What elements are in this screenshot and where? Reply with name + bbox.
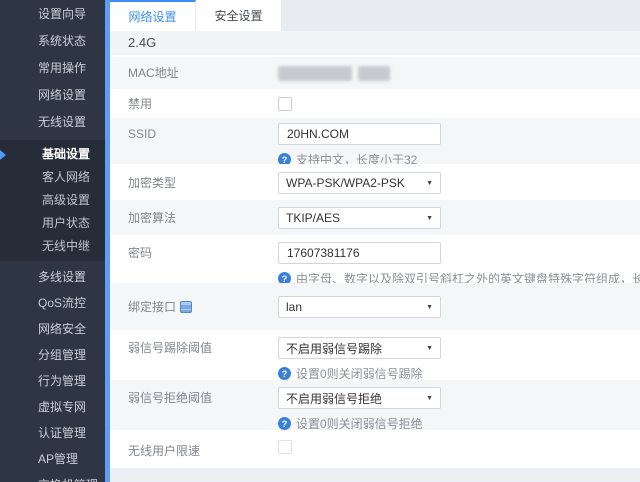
tab-security-settings[interactable]: 安全设置 bbox=[196, 0, 282, 31]
sidebar-item-wireless-settings[interactable]: 无线设置 bbox=[0, 109, 105, 136]
sidebar-item-auth-management[interactable]: 认证管理 bbox=[0, 420, 105, 446]
sidebar-item-network-settings[interactable]: 网络设置 bbox=[0, 82, 105, 109]
mac-address-value-redacted bbox=[278, 66, 640, 81]
sidebar-wireless-submenu: 基础设置 客人网络 高级设置 用户状态 无线中继 bbox=[0, 140, 105, 261]
ssid-input[interactable] bbox=[278, 123, 441, 145]
ssid-label: SSID bbox=[128, 123, 278, 164]
disable-label: 禁用 bbox=[128, 93, 278, 115]
help-icon: ? bbox=[278, 417, 291, 430]
dropdown-caret-icon: ▼ bbox=[426, 395, 433, 402]
wireless-user-limit-checkbox[interactable] bbox=[278, 440, 292, 454]
sidebar-item-switch-management[interactable]: 交换机管理 bbox=[0, 472, 105, 482]
password-help: ? 由字母、数字以及除双引号斜杠之外的英文键盘特殊字符组成，长度是8到63个字符 bbox=[278, 270, 640, 283]
weak-signal-kick-help: ? 设置0则关闭弱信号踢除 bbox=[278, 365, 640, 380]
dropdown-caret-icon: ▼ bbox=[426, 304, 433, 311]
encryption-type-label: 加密类型 bbox=[128, 172, 278, 200]
bind-interface-label-text: 绑定接口 bbox=[128, 300, 176, 314]
bottom-strip bbox=[110, 468, 640, 482]
bind-interface-select[interactable]: lan ▼ bbox=[278, 296, 441, 318]
settings-form: 2.4G MAC地址 禁用 SSID ? 支持中文，长度小于32 bbox=[110, 31, 640, 482]
help-icon: ? bbox=[278, 272, 291, 283]
dropdown-caret-icon: ▼ bbox=[426, 215, 433, 222]
ssid-help: ? 支持中文，长度小于32 bbox=[278, 151, 640, 164]
sidebar-item-system-status[interactable]: 系统状态 bbox=[0, 28, 105, 55]
wireless-user-limit-label: 无线用户限速 bbox=[128, 440, 278, 468]
bind-interface-label: 绑定接口 bbox=[128, 296, 278, 330]
weak-signal-kick-row: 弱信号踢除阈值 不启用弱信号踢除 ▼ ? 设置0则关闭弱信号踢除 bbox=[110, 330, 640, 380]
sidebar-item-qos-control[interactable]: QoS流控 bbox=[0, 290, 105, 316]
weak-signal-reject-help: ? 设置0则关闭弱信号拒绝 bbox=[278, 415, 640, 430]
sidebar-item-group-management[interactable]: 分组管理 bbox=[0, 342, 105, 368]
sidebar-lower-group: 多线设置 QoS流控 网络安全 分组管理 行为管理 虚拟专网 认证管理 AP管理… bbox=[0, 264, 105, 482]
sidebar-item-ap-management[interactable]: AP管理 bbox=[0, 446, 105, 472]
disable-row: 禁用 bbox=[110, 89, 640, 118]
encryption-algorithm-row: 加密算法 TKIP/AES ▼ bbox=[110, 200, 640, 235]
sidebar-subitem-guest-network[interactable]: 客人网络 bbox=[0, 166, 105, 189]
tab-network-settings[interactable]: 网络设置 bbox=[110, 0, 196, 31]
password-label: 密码 bbox=[128, 242, 278, 283]
bind-interface-value: lan bbox=[286, 300, 302, 314]
encryption-type-value: WPA-PSK/WPA2-PSK bbox=[286, 176, 405, 190]
sidebar-item-multiwan-settings[interactable]: 多线设置 bbox=[0, 264, 105, 290]
sidebar-item-network-security[interactable]: 网络安全 bbox=[0, 316, 105, 342]
ssid-help-text: 支持中文，长度小于32 bbox=[296, 151, 417, 164]
main-area: 网络设置 安全设置 2.4G MAC地址 禁用 SSID ? 支持 bbox=[110, 0, 640, 482]
weak-signal-reject-label: 弱信号拒绝阈值 bbox=[128, 387, 278, 430]
encryption-algorithm-value: TKIP/AES bbox=[286, 211, 340, 225]
help-icon: ? bbox=[278, 153, 291, 164]
weak-signal-kick-value: 不启用弱信号踢除 bbox=[286, 340, 382, 357]
sidebar-item-vpn[interactable]: 虚拟专网 bbox=[0, 394, 105, 420]
sidebar-subitem-user-status[interactable]: 用户状态 bbox=[0, 212, 105, 235]
weak-signal-kick-label: 弱信号踢除阈值 bbox=[128, 337, 278, 380]
weak-signal-kick-select[interactable]: 不启用弱信号踢除 ▼ bbox=[278, 337, 441, 359]
mac-address-label: MAC地址 bbox=[128, 62, 278, 84]
sidebar-item-behavior-management[interactable]: 行为管理 bbox=[0, 368, 105, 394]
sidebar-item-setup-wizard[interactable]: 设置向导 bbox=[0, 1, 105, 28]
weak-signal-reject-row: 弱信号拒绝阈值 不启用弱信号拒绝 ▼ ? 设置0则关闭弱信号拒绝 bbox=[110, 380, 640, 430]
disable-checkbox[interactable] bbox=[278, 97, 292, 111]
weak-signal-reject-value: 不启用弱信号拒绝 bbox=[286, 390, 382, 407]
weak-signal-reject-select[interactable]: 不启用弱信号拒绝 ▼ bbox=[278, 387, 441, 409]
bind-interface-icon[interactable] bbox=[180, 301, 192, 313]
encryption-algorithm-label: 加密算法 bbox=[128, 207, 278, 235]
tab-bar: 网络设置 安全设置 bbox=[110, 0, 640, 31]
encryption-algorithm-select[interactable]: TKIP/AES ▼ bbox=[278, 207, 441, 229]
sidebar-item-common-operations[interactable]: 常用操作 bbox=[0, 55, 105, 82]
weak-signal-kick-help-text: 设置0则关闭弱信号踢除 bbox=[296, 365, 423, 380]
sidebar-subitem-basic-settings[interactable]: 基础设置 bbox=[0, 143, 105, 166]
dropdown-caret-icon: ▼ bbox=[426, 180, 433, 187]
password-help-text: 由字母、数字以及除双引号斜杠之外的英文键盘特殊字符组成，长度是8到63个字符 bbox=[296, 270, 640, 283]
sidebar-subitem-advanced-settings[interactable]: 高级设置 bbox=[0, 189, 105, 212]
dropdown-caret-icon: ▼ bbox=[426, 345, 433, 352]
sidebar-subitem-wireless-relay[interactable]: 无线中继 bbox=[0, 235, 105, 258]
password-row: 密码 ? 由字母、数字以及除双引号斜杠之外的英文键盘特殊字符组成，长度是8到63… bbox=[110, 235, 640, 283]
encryption-type-select[interactable]: WPA-PSK/WPA2-PSK ▼ bbox=[278, 172, 441, 194]
encryption-type-row: 加密类型 WPA-PSK/WPA2-PSK ▼ bbox=[110, 164, 640, 200]
ssid-row: SSID ? 支持中文，长度小于32 bbox=[110, 118, 640, 164]
bind-interface-row: 绑定接口 lan ▼ bbox=[110, 283, 640, 330]
help-icon: ? bbox=[278, 367, 291, 380]
section-title-2-4g: 2.4G bbox=[110, 31, 640, 55]
weak-signal-reject-help-text: 设置0则关闭弱信号拒绝 bbox=[296, 415, 423, 430]
wireless-user-limit-row: 无线用户限速 bbox=[110, 430, 640, 468]
password-input[interactable] bbox=[278, 242, 441, 264]
sidebar: 设置向导 系统状态 常用操作 网络设置 无线设置 基础设置 客人网络 高级设置 … bbox=[0, 0, 110, 482]
mac-address-row: MAC地址 bbox=[110, 57, 640, 89]
